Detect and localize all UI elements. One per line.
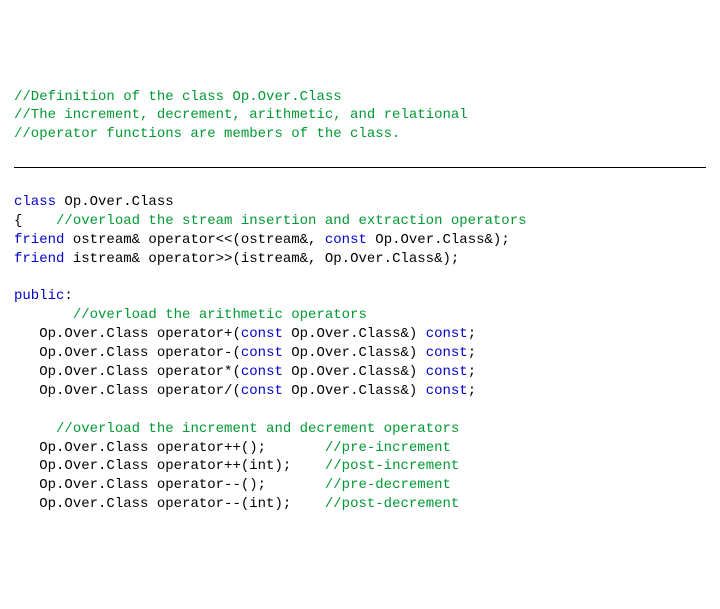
- code-text: Op.Over.Class&): [283, 345, 426, 361]
- open-brace: {: [14, 213, 22, 229]
- comment-line: //overload the stream insertion and extr…: [56, 213, 526, 229]
- keyword-const: const: [325, 232, 367, 248]
- comment-inline: //pre-increment: [325, 440, 451, 456]
- return-type: Op.Over.Class: [39, 477, 148, 493]
- comment-inline: //post-increment: [325, 458, 459, 474]
- operator-decl: operator--(int);: [157, 496, 291, 512]
- comment-line: //overload the increment and decrement o…: [56, 421, 459, 437]
- comment-line: //Definition of the class Op.Over.Class: [14, 89, 342, 105]
- pad: [266, 440, 325, 456]
- pad: [291, 496, 325, 512]
- keyword-friend: friend: [14, 232, 64, 248]
- return-type: Op.Over.Class: [39, 383, 148, 399]
- operator-decl: operator--();: [157, 477, 266, 493]
- keyword-const: const: [241, 383, 283, 399]
- code-text: Op.Over.Class&): [283, 364, 426, 380]
- return-type: Op.Over.Class: [39, 496, 148, 512]
- pad: [291, 458, 325, 474]
- operator-decl: operator+(: [157, 326, 241, 342]
- class-name: Op.Over.Class: [64, 194, 173, 210]
- return-type: Op.Over.Class: [39, 345, 148, 361]
- code-block: //Definition of the class Op.Over.Class …: [14, 88, 706, 145]
- comment-inline: //post-decrement: [325, 496, 459, 512]
- semicolon: ;: [468, 345, 476, 361]
- semicolon: ;: [468, 364, 476, 380]
- comment-inline: //pre-decrement: [325, 477, 451, 493]
- semicolon: ;: [468, 326, 476, 342]
- code-text: Op.Over.Class&): [283, 383, 426, 399]
- keyword-const: const: [426, 326, 468, 342]
- code-text: Op.Over.Class&);: [367, 232, 510, 248]
- keyword-class: class: [14, 194, 56, 210]
- code-text: ostream& operator<<(ostream&,: [64, 232, 324, 248]
- keyword-const: const: [426, 383, 468, 399]
- return-type: Op.Over.Class: [39, 458, 148, 474]
- keyword-const: const: [426, 364, 468, 380]
- keyword-const: const: [241, 364, 283, 380]
- keyword-friend: friend: [14, 251, 64, 267]
- comment-line: //operator functions are members of the …: [14, 126, 400, 142]
- comment-line: //overload the arithmetic operators: [73, 307, 367, 323]
- operator-decl: operator-(: [157, 345, 241, 361]
- keyword-const: const: [241, 345, 283, 361]
- semicolon: ;: [468, 383, 476, 399]
- keyword-const: const: [426, 345, 468, 361]
- code-text: istream& operator>>(istream&, Op.Over.Cl…: [64, 251, 459, 267]
- keyword-public: public: [14, 288, 64, 304]
- colon: :: [64, 288, 72, 304]
- operator-decl: operator*(: [157, 364, 241, 380]
- return-type: Op.Over.Class: [39, 364, 148, 380]
- comment-line: //The increment, decrement, arithmetic, …: [14, 107, 468, 123]
- code-block: class Op.Over.Class { //overload the str…: [14, 193, 706, 514]
- pad: [266, 477, 325, 493]
- divider-line: [14, 167, 706, 168]
- operator-decl: operator/(: [157, 383, 241, 399]
- return-type: Op.Over.Class: [39, 440, 148, 456]
- operator-decl: operator++();: [157, 440, 266, 456]
- operator-decl: operator++(int);: [157, 458, 291, 474]
- return-type: Op.Over.Class: [39, 326, 148, 342]
- keyword-const: const: [241, 326, 283, 342]
- code-text: Op.Over.Class&): [283, 326, 426, 342]
